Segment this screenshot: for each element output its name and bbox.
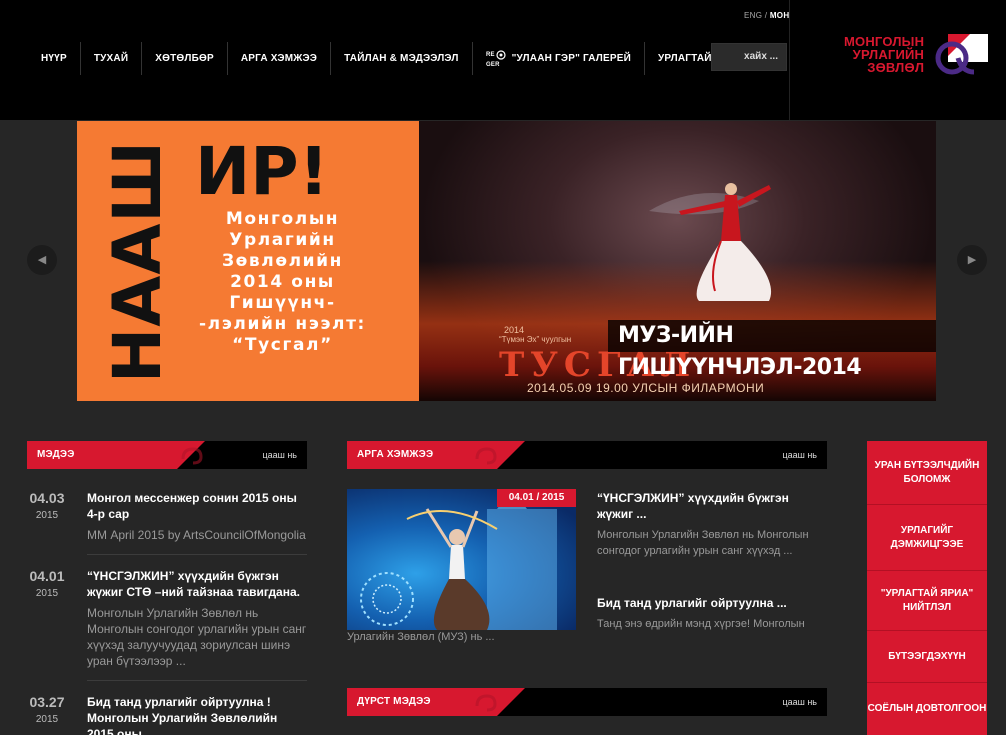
news-year: 2015 — [35, 714, 59, 725]
news-date: 04.03 2015 — [27, 490, 67, 521]
news-body: Монгол мессенжер сонин 2015 оны 4-р сар … — [87, 490, 307, 543]
lang-mon-link[interactable]: МОН — [770, 11, 790, 20]
side-menu-item-cultural-offensive[interactable]: СОЁЛЫН ДОВТОЛГООН — [867, 683, 987, 735]
news-title[interactable]: Монгол мессенжер сонин 2015 оны 4-р сар — [87, 490, 307, 522]
news-section-title: МЭДЭЭ — [37, 449, 75, 460]
event-title[interactable]: Бид танд урлагийг ойртуулна ... — [597, 595, 827, 611]
swirl-ornament-icon — [181, 447, 203, 465]
hero-slider[interactable]: НААШ ИР! Монголын Урлагийн Зөвлөлийн 201… — [77, 121, 936, 401]
swirl-ornament-icon — [475, 694, 497, 712]
nav-item-red-ger-gallery[interactable]: RE GER "УЛААН ГЭР" ГАЛЕРЕЙ — [473, 42, 645, 75]
poster-vertical-text: НААШ — [99, 140, 176, 383]
news-more-link[interactable]: цааш нь — [262, 441, 297, 469]
event-excerpt: Танд энэ өдрийн мэнд хүргэе! Монголын — [597, 618, 805, 630]
logo-line-3: ЗӨВЛӨЛ — [867, 60, 925, 75]
side-menu-item-art-talk-articles[interactable]: "УРЛАГТАЙ ЯРИА" НИЙТЛЭЛ — [867, 571, 987, 631]
search-input[interactable]: хайх ... — [711, 43, 787, 71]
news-day: 04.03 — [29, 490, 65, 506]
featured-section-header: ДҮРСТ МЭДЭЭ цааш нь — [347, 688, 827, 716]
language-switcher: ENG / МОН — [744, 11, 789, 20]
nav-item-reports[interactable]: ТАЙЛАН & МЭДЭЭЛЭЛ — [331, 42, 473, 75]
events-section-title: АРГА ХЭМЖЭЭ — [357, 449, 434, 460]
event-item[interactable]: “ҮНСГЭЛЖИН” хүүхдийн бүжгэн жүжиг ... Мо… — [597, 490, 827, 559]
news-excerpt: Монголын Урлагийн Зөвлөл нь Монголын сон… — [87, 606, 307, 668]
side-menu-label: СОЁЛЫН ДОВТОЛГООН — [867, 703, 987, 714]
slide-caption[interactable]: МУЗ-ИЙН ГИШҮҮНЧЛЭЛ-2014 — [608, 320, 936, 380]
news-divider — [87, 554, 307, 555]
featured-more-link[interactable]: цааш нь — [782, 688, 817, 716]
news-date: 04.01 2015 — [27, 568, 67, 599]
side-menu-item-artist-opportunities[interactable]: УРАН БҮТЭЭЛЧДИЙН БОЛОМЖ — [867, 441, 987, 505]
site-header: ENG / МОН НҮҮР ТУХАЙ ХӨТӨЛБӨР АРГА ХЭМЖЭ… — [0, 0, 1006, 120]
nav-item-home[interactable]: НҮҮР — [28, 42, 81, 75]
news-year: 2015 — [35, 588, 59, 599]
news-title[interactable]: “ҮНСГЭЛЖИН” хүүхдийн бүжгэн жүжиг СТӨ –н… — [87, 568, 307, 600]
red-ger-logo-icon: RE GER — [486, 49, 506, 68]
nav-item-program[interactable]: ХӨТӨЛБӨР — [142, 42, 228, 75]
featured-section-title: ДҮРСТ МЭДЭЭ — [357, 696, 431, 707]
ballet-scene-icon — [360, 489, 557, 630]
lang-eng-link[interactable]: ENG — [744, 11, 762, 20]
nav-item-gallery-label: "УЛААН ГЭР" ГАЛЕРЕЙ — [511, 53, 631, 64]
dancer-figure-icon — [649, 183, 772, 301]
poster-panel: НААШ ИР! Монголын Урлагийн Зөвлөлийн 201… — [77, 121, 419, 401]
side-menu-label: "УРЛАГТАЙ ЯРИА" НИЙТЛЭЛ — [880, 587, 974, 613]
side-menu-item-support-art[interactable]: УРЛАГИЙГ ДЭМЖИЦГЭЭЕ — [867, 505, 987, 571]
poster-body-text: Монголын Урлагийн Зөвлөлийн 2014 оны Гиш… — [199, 209, 366, 355]
event-title[interactable]: “ҮНСГЭЛЖИН” хүүхдийн бүжгэн жүжиг ... — [597, 490, 827, 522]
lang-separator: / — [762, 11, 770, 20]
news-body: “ҮНСГЭЛЖИН” хүүхдийн бүжгэн жүжиг СТӨ –н… — [87, 568, 307, 669]
event-item[interactable]: Бид танд урлагийг ойртуулна ... Танд энэ… — [597, 595, 827, 632]
news-body: Бид танд урлагийг ойртуулна ! Монголын У… — [87, 694, 307, 735]
main-nav: НҮҮР ТУХАЙ ХӨТӨЛБӨР АРГА ХЭМЖЭЭ ТАЙЛАН &… — [28, 42, 757, 75]
side-menu: УРАН БҮТЭЭЛЧДИЙН БОЛОМЖ УРЛАГИЙГ ДЭМЖИЦГ… — [867, 441, 987, 735]
side-menu-label: УРАН БҮТЭЭЛЧДИЙН БОЛОМЖ — [874, 459, 980, 485]
event-image[interactable]: 04.01 / 2015 — [347, 489, 576, 630]
events-more-link[interactable]: цааш нь — [782, 441, 817, 469]
news-excerpt: ММ April 2015 by ArtsCouncilOfMongolia — [87, 528, 306, 542]
news-section-header: МЭДЭЭ цааш нь — [27, 441, 307, 469]
logo-area: МОНГОЛЫН УРЛАГИЙН ЗӨВЛӨЛ — [789, 0, 1006, 120]
side-menu-label: УРЛАГИЙГ ДЭМЖИЦГЭЭЕ — [890, 524, 964, 550]
news-divider — [87, 680, 307, 681]
performance-year: 2014 — [504, 325, 525, 335]
swirl-ornament-icon — [475, 447, 497, 465]
council-logo-icon[interactable] — [930, 32, 990, 78]
performance-ensemble: “Түмэн Эх” чуулгын — [499, 335, 572, 344]
poster-big-text: ИР! — [195, 133, 329, 210]
events-section-header: АРГА ХЭМЖЭЭ цааш нь — [347, 441, 827, 469]
news-day: 03.27 — [29, 694, 65, 710]
svg-text:RE: RE — [486, 52, 495, 58]
nav-item-events[interactable]: АРГА ХЭМЖЭЭ — [228, 42, 332, 75]
slider-next-button[interactable]: ▶ — [957, 245, 987, 275]
news-title[interactable]: Бид танд урлагийг ойртуулна ! Монголын У… — [87, 694, 307, 735]
news-year: 2015 — [35, 510, 59, 521]
event-excerpt: Монголын Урлагийн Зөвлөл нь Монголын сон… — [597, 529, 809, 557]
nav-item-about[interactable]: ТУХАЙ — [81, 42, 143, 75]
event-date-badge: 04.01 / 2015 — [497, 489, 576, 507]
side-menu-item-products[interactable]: БҮТЭЭГДЭХҮҮН — [867, 631, 987, 683]
page: ENG / МОН НҮҮР ТУХАЙ ХӨТӨЛБӨР АРГА ХЭМЖЭ… — [0, 0, 1006, 735]
slider-prev-button[interactable]: ◀ — [27, 245, 57, 275]
event-image-caption[interactable]: Урлагийн Зөвлөл (МУЗ) нь ... — [347, 631, 495, 643]
site-logo-text[interactable]: МОНГОЛЫН УРЛАГИЙН ЗӨВЛӨЛ — [844, 35, 924, 74]
news-day: 04.01 — [29, 568, 65, 584]
news-date: 03.27 2015 — [27, 694, 67, 725]
svg-text:GER: GER — [486, 62, 500, 68]
side-menu-label: БҮТЭЭГДЭХҮҮН — [888, 650, 966, 662]
